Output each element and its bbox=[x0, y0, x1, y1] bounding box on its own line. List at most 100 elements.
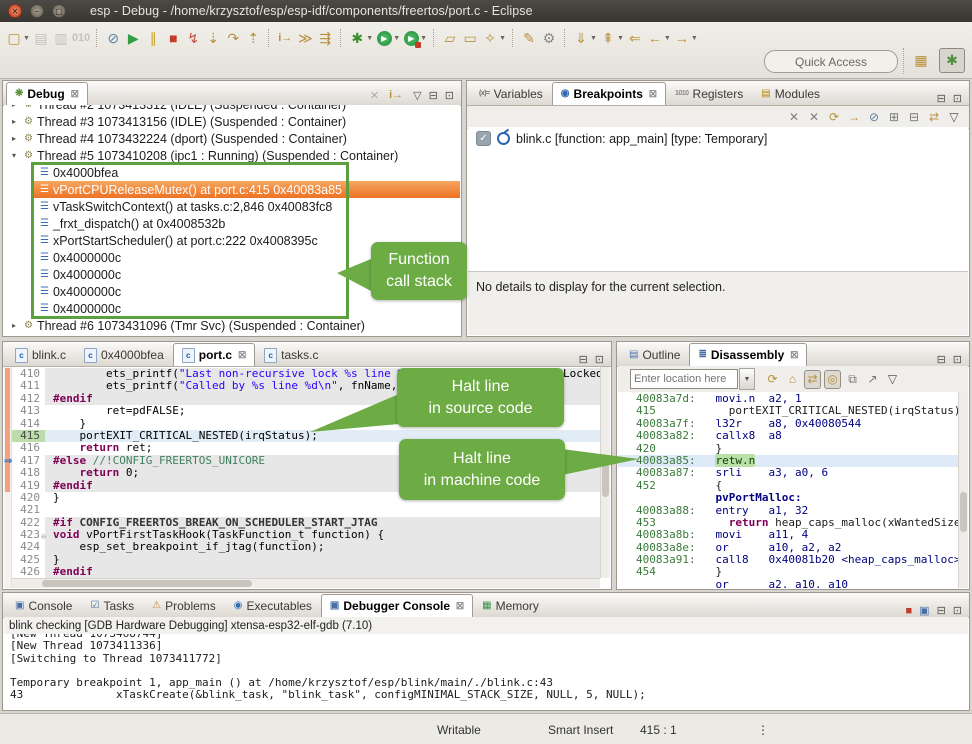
tab-executables[interactable]: ◉Executables bbox=[225, 594, 321, 617]
view-menu-button[interactable]: ▽ bbox=[413, 89, 421, 102]
thread-row[interactable]: ▸⚙Thread #3 1073413156 (IDLE) (Suspended… bbox=[4, 113, 460, 130]
step-over-button[interactable]: ↷ bbox=[224, 28, 242, 48]
stack-frame-row[interactable]: ☰0x4000000c bbox=[4, 300, 460, 317]
remove-selected-breakpoints-button[interactable]: ✕ bbox=[787, 110, 801, 124]
tab-close-icon[interactable]: ☒ bbox=[238, 350, 246, 361]
remove-all-breakpoints-button[interactable]: ✕ bbox=[807, 110, 821, 124]
maximize-button[interactable]: ⊡ bbox=[953, 604, 962, 617]
instruction-stepping-mode-button[interactable]: i→ bbox=[387, 85, 405, 105]
thread-row[interactable]: ▾⚙Thread #5 1073410208 (ipc1 : Running) … bbox=[4, 147, 460, 164]
mark-occurrences-button[interactable]: ✎ bbox=[520, 28, 538, 48]
editor-vertical-scrollbar[interactable] bbox=[600, 367, 610, 578]
code-line[interactable]: 426#endif bbox=[12, 566, 600, 578]
maximize-button[interactable]: ⊡ bbox=[953, 353, 962, 366]
home-button[interactable]: ⌂ bbox=[784, 370, 801, 389]
open-new-view-button[interactable]: ⧉ bbox=[844, 370, 861, 389]
skip-all-breakpoints-button[interactable]: ⊘ bbox=[104, 28, 122, 48]
tab-memory[interactable]: ▦Memory bbox=[473, 594, 548, 617]
maximize-button[interactable]: ⊡ bbox=[445, 89, 454, 102]
search-button-dropdown[interactable]: ▼ bbox=[499, 35, 506, 42]
back-button-dropdown[interactable]: ▼ bbox=[664, 35, 671, 42]
tab-debugger-console[interactable]: ▣Debugger Console☒ bbox=[321, 594, 473, 617]
suspend-button[interactable]: ∥ bbox=[144, 28, 162, 48]
tab-registers[interactable]: 1010Registers bbox=[666, 82, 752, 105]
expand-arrow-icon[interactable]: ▸ bbox=[12, 321, 22, 330]
debug-launch-button[interactable]: ✱ bbox=[348, 28, 366, 48]
go-to-line-button-dropdown[interactable]: ▼ bbox=[617, 35, 624, 42]
go-to-line-button[interactable]: ⇞ bbox=[599, 28, 617, 48]
binary-view-button[interactable]: 010 bbox=[72, 28, 90, 48]
tab-debug[interactable]: ❋Debug☒ bbox=[6, 82, 88, 105]
disassembly-location-input[interactable] bbox=[630, 369, 738, 389]
window-close-button[interactable]: ✕ bbox=[8, 4, 22, 18]
tab-close-icon[interactable]: ☒ bbox=[790, 350, 798, 361]
show-breakpoints-for-selection-button[interactable]: ⟳ bbox=[827, 110, 841, 124]
step-into-button[interactable]: ⇣ bbox=[204, 28, 222, 48]
search-button[interactable]: ✧ bbox=[481, 28, 499, 48]
expand-arrow-icon[interactable]: ▸ bbox=[12, 117, 22, 126]
maximize-button[interactable]: ⊡ bbox=[595, 353, 604, 366]
forward-button-dropdown[interactable]: ▼ bbox=[691, 35, 698, 42]
tab-close-icon[interactable]: ☒ bbox=[649, 89, 657, 100]
run-launch-button-dropdown[interactable]: ▼ bbox=[393, 35, 400, 42]
disconnect-button[interactable]: ↯ bbox=[184, 28, 202, 48]
expand-arrow-icon[interactable]: ▸ bbox=[12, 105, 22, 109]
window-maximize-button[interactable]: ▢ bbox=[52, 4, 66, 18]
disassembly-line[interactable]: or a2, a10, a10 bbox=[618, 579, 959, 588]
last-edit-location-button-dropdown[interactable]: ▼ bbox=[590, 35, 597, 42]
terminate-button[interactable]: ■ bbox=[164, 28, 182, 48]
pin-view-button[interactable]: ↗ bbox=[864, 370, 881, 389]
minimize-button[interactable]: ⊟ bbox=[937, 92, 946, 105]
stack-frame-row[interactable]: ☰vTaskSwitchContext() at tasks.c:2,846 0… bbox=[4, 198, 460, 215]
open-resource-button[interactable]: ▭ bbox=[461, 28, 479, 48]
expand-all-button[interactable]: ⊞ bbox=[887, 110, 901, 124]
view-menu-button[interactable]: ▽ bbox=[884, 370, 901, 389]
workbench-perspective-icon[interactable]: ▦ bbox=[908, 48, 934, 73]
tab-tasks[interactable]: ☑Tasks bbox=[81, 594, 143, 617]
back-history-button[interactable]: ⇐ bbox=[626, 28, 644, 48]
code-line[interactable]: 424 esp_set_breakpoint_if_jtag(function)… bbox=[12, 541, 600, 553]
breakpoint-checkbox[interactable]: ✓ bbox=[476, 131, 491, 146]
build-settings-button[interactable]: ⚙ bbox=[540, 28, 558, 48]
tab-close-icon[interactable]: ☒ bbox=[456, 601, 464, 612]
code-line[interactable]: 425} bbox=[12, 554, 600, 566]
minimize-button[interactable]: ⊟ bbox=[429, 89, 438, 102]
save-all-button[interactable]: ▥ bbox=[52, 28, 70, 48]
tab-close-icon[interactable]: ☒ bbox=[71, 89, 79, 100]
tab-outline[interactable]: ▤Outline bbox=[620, 343, 689, 366]
go-to-file-for-breakpoint-button[interactable]: → bbox=[847, 110, 861, 124]
maximize-button[interactable]: ⊡ bbox=[953, 92, 962, 105]
step-return-button[interactable]: ⇡ bbox=[244, 28, 262, 48]
stack-frame-row-selected[interactable]: ☰vPortCPUReleaseMutex() at port.c:415 0x… bbox=[33, 181, 460, 198]
display-selected-console-button[interactable]: ▣ bbox=[919, 604, 929, 617]
tab-port-c[interactable]: cport.c☒ bbox=[173, 343, 255, 366]
terminate-console-button[interactable]: ■ bbox=[906, 605, 913, 617]
minimize-button[interactable]: ⊟ bbox=[579, 353, 588, 366]
sync-selection-toggle[interactable]: ◎ bbox=[824, 370, 841, 389]
external-tools-button-dropdown[interactable]: ▼ bbox=[420, 35, 427, 42]
new-button-dropdown[interactable]: ▼ bbox=[23, 35, 30, 42]
show-source-toggle[interactable]: ⇄ bbox=[804, 370, 821, 389]
thread-row[interactable]: ▸⚙Thread #2 1073413312 (IDLE) (Suspended… bbox=[4, 105, 460, 113]
tab-tasks-c[interactable]: ctasks.c bbox=[255, 343, 327, 366]
tab-blink-c[interactable]: cblink.c bbox=[6, 343, 75, 366]
remove-all-terminated-button[interactable]: ✕ bbox=[370, 89, 379, 102]
use-step-filters-button[interactable]: ⇶ bbox=[316, 28, 334, 48]
minimize-button[interactable]: ⊟ bbox=[937, 604, 946, 617]
tab-variables[interactable]: (x)=Variables bbox=[470, 82, 552, 105]
disassembly-content[interactable]: 40083a7d: movi.n a2, 1415 portEXIT_CRITI… bbox=[618, 392, 968, 588]
stack-frame-row[interactable]: ☰0x4000bfea bbox=[4, 164, 460, 181]
stack-frame-row[interactable]: ☰_frxt_dispatch() at 0x4008532b bbox=[4, 215, 460, 232]
external-tools-button[interactable]: ▶ bbox=[402, 28, 420, 48]
new-button[interactable]: ▢ bbox=[5, 28, 23, 48]
editor-horizontal-scrollbar[interactable] bbox=[12, 578, 600, 588]
forward-button[interactable]: → bbox=[673, 28, 691, 48]
breakpoint-row[interactable]: ✓ blink.c [function: app_main] [type: Te… bbox=[468, 130, 968, 147]
disassembly-scrollbar[interactable] bbox=[958, 392, 968, 588]
thread-row[interactable]: ▸⚙Thread #4 1073432224 (dport) (Suspende… bbox=[4, 130, 460, 147]
run-launch-button[interactable]: ▶ bbox=[375, 28, 393, 48]
debug-perspective-icon[interactable]: ✱ bbox=[939, 48, 965, 73]
tab-problems[interactable]: ⚠Problems bbox=[143, 594, 225, 617]
back-button[interactable]: ← bbox=[646, 28, 664, 48]
debug-launch-button-dropdown[interactable]: ▼ bbox=[366, 35, 373, 42]
